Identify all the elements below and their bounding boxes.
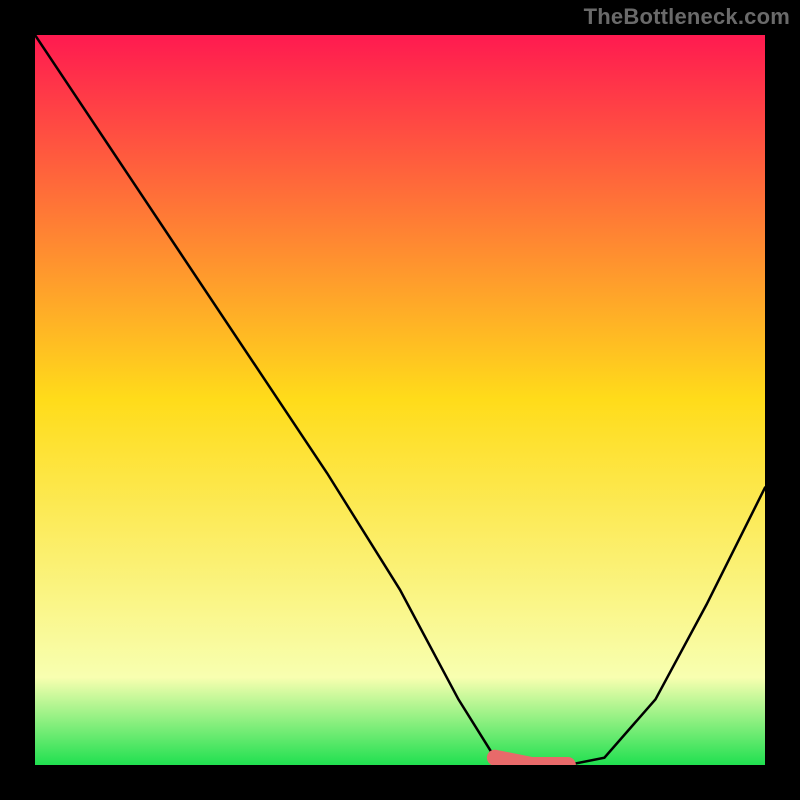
gradient-background [35, 35, 765, 765]
highlight-segment [495, 758, 568, 765]
bottleneck-plot [35, 35, 765, 765]
chart-container: { "watermark": "TheBottleneck.com", "col… [0, 0, 800, 800]
watermark-text: TheBottleneck.com [584, 4, 790, 30]
